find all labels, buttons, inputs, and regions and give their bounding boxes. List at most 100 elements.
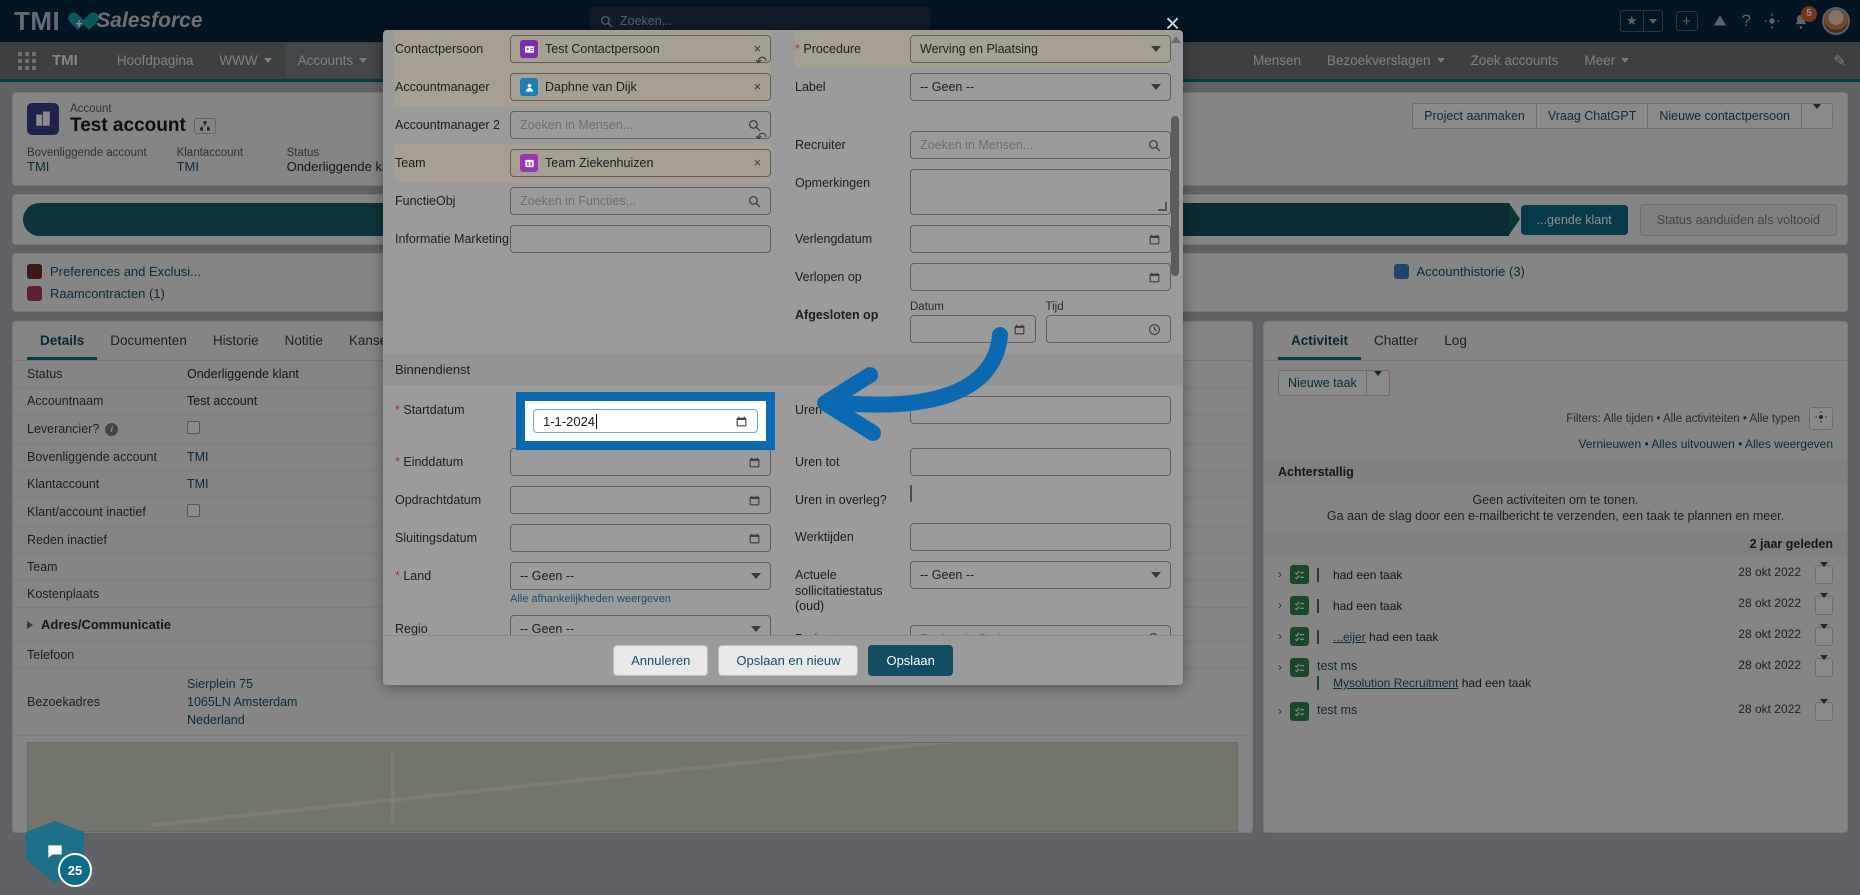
nav-item-hoofdpagina[interactable]: Hoofdpagina [104,43,207,78]
tab-log[interactable]: Log [1431,322,1480,360]
accountmanager-input[interactable]: Daphne van Dijk × [510,73,771,101]
expand-chevron-icon[interactable]: › [1278,704,1282,718]
tab-notitie[interactable]: Notitie [272,322,336,360]
nav-item-accounts[interactable]: Accounts [284,43,381,78]
activity-item[interactable]: › had een taak 28 okt 2022 [1264,557,1847,588]
save-and-new-button[interactable]: Opslaan en nieuw [718,645,859,676]
contactpersoon-input[interactable]: Test Contactpersoon × [510,35,771,63]
modal-scrollbar[interactable] [1171,36,1181,629]
create-project-button[interactable]: Project aanmaken [1412,103,1537,129]
opmerkingen-textarea[interactable] [910,169,1171,215]
calendar-icon[interactable] [1148,271,1161,284]
activity-chevron-down-icon[interactable] [1815,624,1833,646]
favorites-chevron-down-icon[interactable] [1642,11,1662,31]
user-avatar[interactable] [1822,7,1850,35]
field-value[interactable]: TMI [27,159,147,174]
activity-item[interactable]: › test ms Mysolution Recruitment had een… [1264,650,1847,694]
more-actions-chevron-down-icon[interactable] [1802,103,1833,129]
recruiter-input[interactable]: Zoeken in Mensen... [910,131,1171,159]
verlopen-op-input[interactable] [910,263,1171,291]
cancel-button[interactable]: Annuleren [613,645,709,676]
app-launcher-icon[interactable] [18,51,36,70]
search-icon[interactable] [1148,632,1161,635]
informatie-marketing-input[interactable] [510,225,771,253]
gear-icon[interactable] [1764,13,1780,29]
activity-links[interactable]: Vernieuwen • Alles uitvouwen • Alles wee… [1264,432,1847,459]
undo-icon[interactable]: ↶ [755,53,767,70]
chat-widget[interactable]: 25 [26,821,92,887]
calendar-icon[interactable] [748,494,761,507]
regio-select[interactable]: -- Geen -- [510,615,771,635]
edit-pencil-icon[interactable]: ✎ [1833,52,1846,70]
add-icon[interactable]: + [1675,11,1698,31]
activity-item[interactable]: › had een taak 28 okt 2022 [1264,588,1847,619]
procedure-select[interactable]: Werving en Plaatsing [910,35,1171,63]
brand-logo[interactable]: TMI + Salesforce [14,6,203,37]
search-icon[interactable] [1148,139,1161,152]
address-map[interactable] [27,742,1238,833]
tab-documenten[interactable]: Documenten [97,322,200,360]
notifications-bell-icon[interactable]: 5 [1793,5,1817,30]
project-input[interactable]: Zoeken in Projecten... [910,624,1171,635]
detail-value[interactable]: TMI [187,477,209,491]
opdrachtdatum-input[interactable] [510,486,771,514]
label-select[interactable]: -- Geen -- [910,73,1171,101]
save-button[interactable]: Opslaan [868,645,953,676]
activity-item[interactable]: › ...eijer had een taak 28 okt 2022 [1264,619,1847,650]
mark-status-button[interactable]: ...gende klant [1520,204,1628,235]
expand-chevron-icon[interactable]: › [1278,629,1282,643]
actuele-sollicitatiestatus-select[interactable]: -- Geen -- [910,561,1171,589]
calendar-icon[interactable] [1148,233,1161,246]
info-icon[interactable]: i [105,422,119,436]
close-icon[interactable]: × [1165,8,1180,39]
startdatum-input[interactable]: 1-1-2024 [533,409,758,433]
mark-complete-button[interactable]: Status aanduiden als voltooid [1639,203,1837,236]
activity-chevron-down-icon[interactable] [1815,655,1833,677]
quick-link-accounthistorie[interactable]: Accounthistorie (3) [1393,264,1834,279]
activity-item[interactable]: › test ms 28 okt 2022 [1264,694,1847,725]
expand-chevron-icon[interactable]: › [1278,660,1282,674]
expand-chevron-icon[interactable]: › [1278,567,1282,581]
field-value[interactable]: TMI [177,159,257,174]
nav-item-zoek-accounts[interactable]: Zoek accounts [1458,43,1572,78]
scrollbar-thumb[interactable] [1171,116,1179,276]
clock-icon[interactable] [1148,323,1161,336]
star-icon[interactable]: ★ [1621,11,1643,31]
help-icon[interactable]: ? [1742,11,1751,31]
sluitingsdatum-input[interactable] [510,524,771,552]
afgesloten-tijd-input[interactable] [1045,315,1171,343]
overdue-group-header[interactable]: Achterstallig [1264,459,1847,485]
tab-historie[interactable]: Historie [200,322,272,360]
calendar-icon[interactable] [748,456,761,469]
clear-icon[interactable]: × [754,156,761,170]
verlengdatum-input[interactable] [910,225,1171,253]
expand-chevron-icon[interactable]: › [1278,598,1282,612]
chevron-down-icon[interactable] [1365,371,1389,395]
nav-item-mensen[interactable]: Mensen [1240,43,1314,78]
calendar-icon[interactable] [735,415,748,428]
activity-group-header[interactable]: 2 jaar geleden [1264,531,1847,557]
team-input[interactable]: Team Ziekenhuizen × [510,149,771,177]
undo-icon[interactable]: ↶ [755,129,767,146]
ask-chatgpt-button[interactable]: Vraag ChatGPT [1536,103,1649,129]
afgesloten-datum-input[interactable] [910,315,1036,343]
nav-item-bezoekverslagen[interactable]: Bezoekverslagen [1314,43,1458,78]
detail-value[interactable]: TMI [187,450,209,464]
activity-chevron-down-icon[interactable] [1815,699,1833,721]
activity-chevron-down-icon[interactable] [1815,562,1833,584]
clear-icon[interactable]: × [754,80,761,94]
detail-value[interactable]: Sierplein 75 1065LN Amsterdam Nederland [187,675,297,729]
favorites-group[interactable]: ★ [1619,10,1663,32]
tab-chatter[interactable]: Chatter [1361,322,1431,360]
land-dependencies-link[interactable]: Alle afhankelijkheden weergeven [510,590,771,605]
activity-title[interactable]: test ms [1317,703,1357,717]
calendar-icon[interactable] [1013,323,1026,336]
uren-tot-input[interactable] [910,448,1171,476]
werktijden-input[interactable] [910,523,1171,551]
tab-activiteit[interactable]: Activiteit [1278,322,1362,360]
search-icon[interactable] [748,195,761,208]
activity-title[interactable]: test ms [1317,659,1357,673]
nav-item-www[interactable]: WWW [206,43,284,78]
gear-icon[interactable] [1809,407,1833,430]
accountmanager2-input[interactable]: Zoeken in Mensen... [510,111,771,139]
